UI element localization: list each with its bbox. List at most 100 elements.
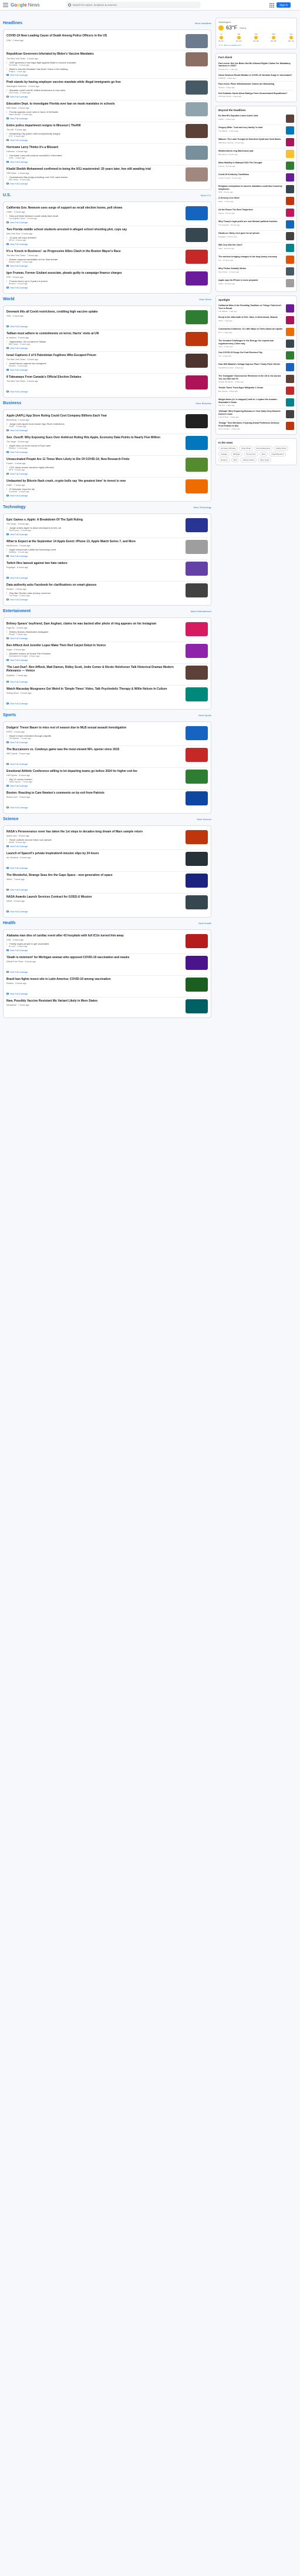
story-headline[interactable]: Brazil ban fights insect site in Latin A… <box>6 978 183 982</box>
side-story-thumbnail[interactable] <box>286 173 294 182</box>
side-story[interactable]: Fact check: Pfizer Whistleblower Claims … <box>218 82 294 90</box>
side-story-thumbnail[interactable] <box>286 185 294 193</box>
full-coverage-link[interactable]: View Full Coverage <box>6 637 208 640</box>
story-headline[interactable]: Data authority asks Facebook for clarifi… <box>6 583 183 587</box>
full-coverage-link[interactable]: View Full Coverage <box>6 391 208 393</box>
story-headline[interactable]: Apple (AAPL) App Store Ruling Could Cost… <box>6 414 183 418</box>
side-story-thumbnail[interactable] <box>286 256 294 264</box>
story-thumbnail[interactable] <box>186 435 208 450</box>
story-thumbnail[interactable] <box>186 80 208 95</box>
story-headline[interactable]: Khalid Sheikh Mohammed confirmed to bein… <box>6 167 183 172</box>
section-more-link[interactable]: More Business <box>196 402 211 405</box>
topic-chip[interactable]: Peng Shuai <box>239 445 253 451</box>
search-box[interactable] <box>65 2 201 8</box>
story-thumbnail[interactable] <box>186 999 208 1013</box>
story-headline[interactable]: NASA Awards Launch Services Contract for… <box>6 895 183 899</box>
story-thumbnail[interactable] <box>186 539 208 554</box>
full-coverage-link[interactable]: View Full Coverage <box>6 681 208 683</box>
side-story[interactable]: Hands-on: Early, here goes for an iphone… <box>218 231 294 243</box>
section-more-link[interactable]: More World <box>199 298 211 301</box>
story-thumbnail[interactable] <box>186 52 208 66</box>
side-story-headline[interactable]: Gavin Newsom Recall Mistake Is COVID-19 … <box>218 74 294 77</box>
section-title[interactable]: U.S. <box>3 193 11 197</box>
story-headline[interactable]: The Buccaneers vs. Cowboys game was the … <box>6 748 183 752</box>
story-thumbnail[interactable] <box>186 622 208 636</box>
story-headline[interactable]: Pratt stands by having employer vaccine … <box>6 80 183 85</box>
topic-chip[interactable]: Emma Raducanu <box>254 445 273 451</box>
side-story-thumbnail[interactable] <box>286 126 294 135</box>
story-thumbnail[interactable] <box>186 643 208 658</box>
section-title[interactable]: Sports <box>3 713 16 717</box>
story-headline[interactable]: Taliban must adhere to commitments on te… <box>6 332 183 336</box>
section-title[interactable]: World <box>3 297 15 301</box>
story-headline[interactable]: What to Expect at the September 14 Apple… <box>6 540 183 544</box>
side-story[interactable]: Will Cruz Win Her Own? Slate · 10 hours a… <box>218 243 294 254</box>
side-story[interactable]: Ex-Sheriff's Deputies Leave Inside Jails… <box>218 113 294 125</box>
side-story-thumbnail[interactable] <box>286 328 294 336</box>
section-more-link[interactable]: More Technology <box>194 506 211 509</box>
full-coverage-link[interactable]: View Full Coverage <box>6 807 208 809</box>
side-story[interactable]: 'Ultimate' Wine Exploring Bureaus in You… <box>218 409 294 421</box>
side-story-headline[interactable]: Mass Mobility is Waterpit 2021 Fire Drou… <box>218 162 284 164</box>
side-story-thumbnail[interactable] <box>286 340 294 348</box>
side-story[interactable]: Fact check: Did Joe Biden Not Be Allowed… <box>218 61 294 72</box>
story-headline[interactable]: Undaunted by Bitcoin flash crash, crypto… <box>6 479 183 483</box>
side-story-headline[interactable]: A Grocery Line Hotel <box>218 197 284 200</box>
side-story-thumbnail[interactable] <box>286 244 294 252</box>
side-story[interactable]: Religious exemptions to vaccine mandates… <box>218 184 294 196</box>
full-coverage-link[interactable]: View Full Coverage <box>6 473 208 475</box>
side-story-headline[interactable]: Did Goldman Sachs Allow Ratings From Unv… <box>218 92 294 95</box>
section-more-link[interactable]: More Sports <box>198 714 211 717</box>
story-thumbnail[interactable] <box>186 726 208 740</box>
story-thumbnail[interactable] <box>186 873 208 888</box>
side-story-headline[interactable]: The 'Instagram' Nononsense Reformed in t… <box>218 375 284 380</box>
full-coverage-link[interactable]: View Full Coverage <box>6 347 208 350</box>
section-title[interactable]: Science <box>3 817 18 821</box>
story-thumbnail[interactable] <box>186 310 208 324</box>
side-story[interactable]: Mass Mobility is Waterpit 2021 Fire Drou… <box>218 160 294 172</box>
side-story-thumbnail[interactable] <box>286 375 294 383</box>
story-thumbnail[interactable] <box>186 687 208 701</box>
side-story-headline[interactable]: Can COVID-19 Drugs Cut Coal Revenue Pay <box>218 351 284 354</box>
side-story-headline[interactable]: Ex-Sheriff's Deputies Leave Inside Jails <box>218 115 284 117</box>
story-headline[interactable]: Igor Fruman, Former Giuliani associate, … <box>6 271 183 276</box>
side-story[interactable]: The workers bringing changes to the long… <box>218 254 294 266</box>
side-story[interactable]: Weight Items (in 'in stopped') with to 1… <box>218 397 294 409</box>
story-headline[interactable]: Unvaccinated People Are 11 Times More Li… <box>6 458 183 462</box>
section-title[interactable]: Business <box>3 401 21 405</box>
topic-chip[interactable]: Newsom <box>218 457 230 462</box>
side-story[interactable]: Emoji in the Aftermath of 9/11: Sites, I… <box>218 315 294 327</box>
side-story-thumbnail[interactable] <box>286 267 294 276</box>
story-headline[interactable]: New, Possibly Vaccine Resistant Mu Varia… <box>6 999 183 1003</box>
full-coverage-link[interactable]: View Full Coverage <box>6 993 208 995</box>
side-story-thumbnail[interactable] <box>286 209 294 217</box>
google-news-logo[interactable]: Google News <box>11 2 40 8</box>
full-coverage-link[interactable]: View Full Coverage <box>6 429 208 432</box>
search-icon[interactable] <box>68 4 71 6</box>
side-story[interactable]: All the Roses The Best Tearjerkers Vultur… <box>218 207 294 219</box>
story-headline[interactable]: California Gov. Newsom uses surge of sup… <box>6 206 183 210</box>
side-story-headline[interactable]: 'Ultimate' Wine Exploring Bureaus in You… <box>218 410 284 415</box>
side-story-headline[interactable]: Emoji in the Aftermath of 9/11: Sites, I… <box>218 316 284 319</box>
story-headline[interactable]: Watch Macaulay Musgraves Get Weird In 'S… <box>6 687 183 691</box>
story-thumbnail[interactable] <box>186 561 208 576</box>
story-headline[interactable]: Israel Captures 2 of 6 Palestinian Fugit… <box>6 354 183 358</box>
side-story-headline[interactable]: The Greatest Challenges in the Energy: t… <box>218 340 284 345</box>
full-coverage-link[interactable]: View Full Coverage <box>6 949 208 952</box>
full-coverage-link[interactable]: View Full Coverage <box>6 763 208 765</box>
side-story[interactable]: Coronavirus Kindness: 10 Little Ways to … <box>218 327 294 338</box>
topic-chip[interactable]: Bear Grylls <box>258 457 272 462</box>
story-headline[interactable]: 'Death is imminent' for Michigan woman w… <box>6 956 183 960</box>
side-story[interactable]: Gregory Mills: 'Cool and very hardly' is… <box>218 125 294 137</box>
side-story[interactable]: Watson: The Latin Trumpet At Sweetest Sy… <box>218 137 294 149</box>
search-input[interactable] <box>72 4 190 6</box>
side-story-thumbnail[interactable] <box>286 351 294 360</box>
story-thumbnail[interactable] <box>186 895 208 909</box>
side-story-headline[interactable]: Weight Items (in 'in stopped') with to 1… <box>218 398 284 404</box>
side-story[interactable]: The Greatest Challenges in the Energy: t… <box>218 338 294 350</box>
side-story[interactable]: Weatherstorm ring Warehouse pad Bloomberg… <box>218 149 294 160</box>
story-thumbnail[interactable] <box>186 271 208 286</box>
story-thumbnail[interactable] <box>186 479 208 493</box>
full-coverage-link[interactable]: View Full Coverage <box>6 369 208 371</box>
full-coverage-link[interactable]: View Full Coverage <box>6 221 208 224</box>
